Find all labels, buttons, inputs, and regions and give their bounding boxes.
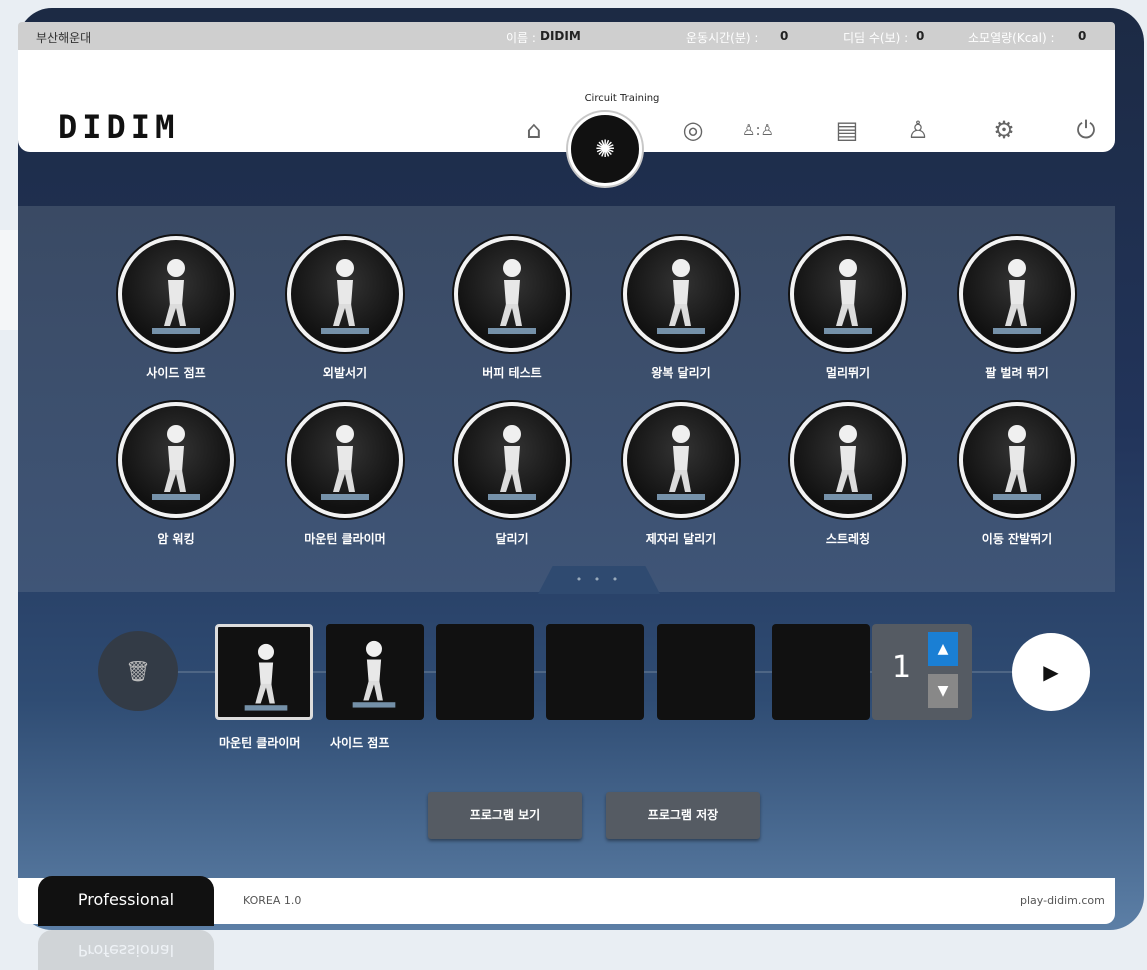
exercise-time-label: 운동시간(분) :	[686, 31, 759, 45]
exercise-label: 팔 벌려 뛰기	[985, 366, 1049, 380]
settings-icon[interactable]: ⚙	[986, 112, 1022, 148]
exercise-item[interactable]: 이동 잔발뛰기	[947, 402, 1087, 547]
decrease-button[interactable]: ▼	[928, 674, 958, 708]
exercise-label: 이동 잔발뛰기	[981, 532, 1053, 546]
steps-value: 0	[916, 29, 925, 43]
exercise-figure-icon	[454, 402, 570, 518]
power-icon[interactable]: ⏻	[1068, 112, 1104, 148]
exercise-item[interactable]: 사이드 점프	[106, 236, 246, 381]
exercise-time-value: 0	[780, 29, 789, 43]
exercise-figure-icon	[287, 402, 403, 518]
footer-reflection: Professional	[38, 930, 1108, 970]
status-bar: 부산해운대 이름 : DIDIM 운동시간(분) : 0 디딤 수(보) : 0…	[18, 22, 1115, 50]
sequence-slot[interactable]	[657, 624, 755, 720]
exercise-figure-icon	[118, 402, 234, 518]
exercise-item[interactable]: 팔 벌려 뛰기	[947, 236, 1087, 381]
sequence-slot[interactable]	[215, 624, 313, 720]
calories-value: 0	[1078, 29, 1087, 43]
versus-icon[interactable]: ♙:♙	[740, 112, 776, 148]
exercise-item[interactable]: 암 워킹	[106, 402, 246, 547]
walking-icon[interactable]: ♙	[900, 112, 936, 148]
exercise-label: 왕복 달리기	[651, 366, 711, 380]
exercise-figure-icon	[118, 236, 234, 352]
version-text: KOREA 1.0	[243, 894, 302, 907]
save-program-button[interactable]: 프로그램 저장	[606, 792, 760, 839]
exercise-item[interactable]: 스트레칭	[778, 402, 918, 547]
sequence-slot[interactable]	[326, 624, 424, 720]
website-text: play-didim.com	[1020, 894, 1105, 907]
exercise-item[interactable]: 마운틴 클라이머	[275, 402, 415, 547]
edition-tab: Professional	[38, 876, 214, 926]
exercise-label: 사이드 점프	[146, 366, 206, 380]
exercise-item[interactable]: 왕복 달리기	[611, 236, 751, 381]
play-button[interactable]: ▶	[1012, 633, 1090, 711]
exercise-item[interactable]: 제자리 달리기	[611, 402, 751, 547]
calories-label: 소모열량(Kcal) :	[968, 31, 1055, 45]
report-icon[interactable]: ▤	[829, 112, 865, 148]
repeat-count: 1	[892, 650, 912, 685]
target-icon[interactable]: ◎	[675, 112, 711, 148]
exercise-figure-icon	[623, 236, 739, 352]
sequence-slot-label: 마운틴 클라이머	[219, 736, 301, 750]
didim-logo: DIDIM	[58, 108, 180, 146]
name-value: DIDIM	[540, 29, 581, 43]
exercise-figure-icon	[959, 236, 1075, 352]
steps-label: 디딤 수(보) :	[843, 31, 909, 45]
exercise-item[interactable]: 버피 테스트	[442, 236, 582, 381]
exercise-label: 버피 테스트	[482, 366, 542, 380]
exercise-item[interactable]: 멀리뛰기	[778, 236, 918, 381]
repeat-stepper: 1 ▲ ▼	[872, 624, 972, 720]
exercise-label: 멀리뛰기	[825, 366, 871, 380]
exercise-label: 외발서기	[322, 366, 368, 380]
name-label: 이름 :	[506, 31, 536, 45]
exercise-label: 달리기	[495, 532, 529, 546]
exercise-label: 제자리 달리기	[645, 532, 717, 546]
location-text: 부산해운대	[36, 31, 92, 45]
exercise-figure-icon	[454, 236, 570, 352]
sequence-slot[interactable]	[546, 624, 644, 720]
exercise-label: 암 워킹	[157, 532, 195, 546]
sequence-slot-label: 사이드 점프	[330, 736, 390, 750]
circuit-training-icon[interactable]: ✺	[568, 112, 642, 186]
exercise-item[interactable]: 외발서기	[275, 236, 415, 381]
page-indicator[interactable]: • • •	[538, 566, 660, 594]
increase-button[interactable]: ▲	[928, 632, 958, 666]
header: DIDIM Circuit Training ⌂ ◎ ♙:♙ ▤ ♙ ⚙ ⏻	[18, 50, 1115, 152]
exercise-label: 마운틴 클라이머	[304, 532, 386, 546]
exercise-figure-icon	[959, 402, 1075, 518]
exercise-figure-icon	[287, 236, 403, 352]
home-icon[interactable]: ⌂	[516, 112, 552, 148]
trash-icon[interactable]: 🗑	[98, 631, 178, 711]
active-nav-caption: Circuit Training	[584, 93, 660, 104]
exercise-item[interactable]: 달리기	[442, 402, 582, 547]
sequence-slot[interactable]	[436, 624, 534, 720]
edition-reflection: Professional	[38, 930, 214, 970]
view-program-button[interactable]: 프로그램 보기	[428, 792, 582, 839]
exercise-figure-icon	[790, 236, 906, 352]
exercise-label: 스트레칭	[825, 532, 871, 546]
exercise-figure-icon	[790, 402, 906, 518]
sequence-slot[interactable]	[772, 624, 870, 720]
exercise-figure-icon	[623, 402, 739, 518]
